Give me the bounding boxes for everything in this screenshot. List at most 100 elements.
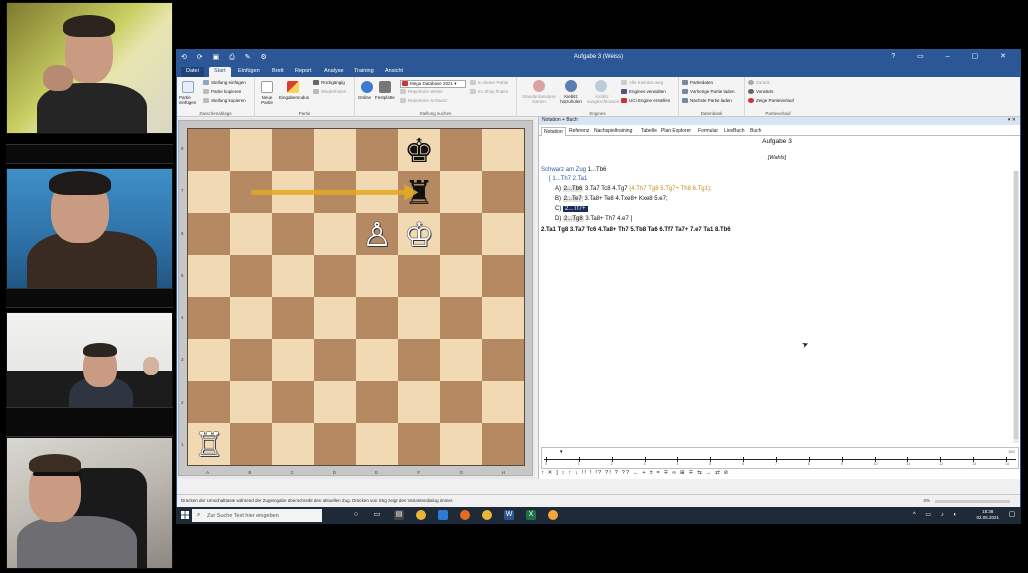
zurueck-button[interactable]: Zurück <box>748 80 770 85</box>
square-a7[interactable] <box>188 171 230 213</box>
stellung-kopieren-button[interactable]: Stellung kopieren <box>203 98 246 103</box>
timeline-cursor[interactable]: ▾ <box>560 449 563 455</box>
square-c3[interactable] <box>272 339 314 381</box>
square-b3[interactable] <box>230 339 272 381</box>
naechste-partie-button[interactable]: Nächste Partie laden <box>682 98 732 103</box>
chessboard[interactable]: ♚ ♜ ♙ ♔ ♖ <box>187 128 525 466</box>
tab-nachspieltraining[interactable]: Nachspieltraining <box>592 127 634 136</box>
app-icon[interactable] <box>416 510 426 520</box>
tab-referenz[interactable]: Referenz <box>567 127 591 136</box>
square-c5[interactable] <box>272 255 314 297</box>
partiedaten-button[interactable]: Partiedaten <box>682 80 713 85</box>
square-d7[interactable] <box>314 171 356 213</box>
vorherige-partie-button[interactable]: Vorherige Partie laden <box>682 89 735 94</box>
pane-close-icon[interactable]: ▾ ✕ <box>1008 117 1016 123</box>
notifications-icon[interactable]: ▢ <box>1007 510 1017 520</box>
kiebitz-ausgeschlossen-button[interactable]: Kiebitz ausgeschlossen <box>587 94 619 104</box>
window-controls[interactable]: ? ▭ – ▢ ✕ <box>891 52 1016 60</box>
square-e3[interactable] <box>356 339 398 381</box>
square-b5[interactable] <box>230 255 272 297</box>
square-g2[interactable] <box>440 381 482 423</box>
square-d8[interactable] <box>314 129 356 171</box>
square-e8[interactable] <box>356 129 398 171</box>
kiebitz-hinzuholen-button[interactable]: Kiebitz hinzuholen <box>557 94 585 104</box>
tab-report[interactable]: Report <box>290 67 317 77</box>
black-rook[interactable]: ♜ <box>398 171 440 213</box>
square-h2[interactable] <box>482 381 524 423</box>
square-c8[interactable] <box>272 129 314 171</box>
app-icon[interactable]: ▭ <box>372 510 382 520</box>
taskbar-search[interactable]: ⌕ Zur Suche Text hier eingeben <box>192 509 322 522</box>
move-1[interactable]: 1...Tb6 <box>588 167 607 173</box>
variation-move[interactable]: 2...Tg8 <box>563 216 584 222</box>
main-line[interactable]: 2.Ta1 Tg8 3.Ta7 Tc6 4.Ta8+ Th7 5.Tb8 Ta6… <box>541 227 731 233</box>
square-d6[interactable] <box>314 213 356 255</box>
square-c4[interactable] <box>272 297 314 339</box>
square-g1[interactable] <box>440 423 482 465</box>
uci-engine-button[interactable]: UCI Engine erstellen <box>621 98 670 103</box>
partie-kopieren-button[interactable]: Partie kopieren <box>203 89 241 94</box>
square-g6[interactable] <box>440 213 482 255</box>
tab-training[interactable]: Training <box>349 67 379 77</box>
square-e4[interactable] <box>356 297 398 339</box>
square-c1[interactable] <box>272 423 314 465</box>
black-king[interactable]: ♚ <box>398 129 440 171</box>
white-rook[interactable]: ♖ <box>188 423 230 465</box>
square-g4[interactable] <box>440 297 482 339</box>
variation-move[interactable]: 2...Te7 <box>562 196 583 202</box>
clock[interactable]: 18:38 02.05.2021 <box>976 509 999 521</box>
app-icon[interactable] <box>548 510 558 520</box>
tab-einfuegen[interactable]: Einfügen <box>233 67 265 77</box>
square-e5[interactable] <box>356 255 398 297</box>
square-a2[interactable] <box>188 381 230 423</box>
engines-verwalten-button[interactable]: Engines verwalten <box>621 89 666 94</box>
square-d1[interactable] <box>314 423 356 465</box>
tab-livebuch[interactable]: LiveBuch <box>722 127 747 136</box>
square-f6[interactable]: ♔ <box>398 213 440 255</box>
database-select[interactable]: Mega Database 2021 ▾ <box>400 80 466 88</box>
square-h1[interactable] <box>482 423 524 465</box>
im-shop-finden-button[interactable]: Im Shop finden <box>470 89 508 94</box>
tab-ansicht[interactable]: Ansicht <box>380 67 408 77</box>
tab-start[interactable]: Start <box>209 67 231 77</box>
redo-button[interactable]: Wiederholen <box>313 89 346 94</box>
tab-brett[interactable]: Brett <box>267 67 289 77</box>
system-tray[interactable]: ^ ▭ ♪ ◐ <box>913 511 961 518</box>
tab-datei[interactable]: Datei <box>181 67 204 77</box>
word-icon[interactable]: W <box>504 510 514 520</box>
windows-start-icon[interactable] <box>181 511 189 519</box>
eingabemodus-button[interactable]: Eingabemodus <box>279 95 309 100</box>
square-h7[interactable] <box>482 171 524 213</box>
repertoire-schwarz-button[interactable]: Repertoire Schwarz <box>400 98 448 103</box>
tab-formular[interactable]: Formular <box>696 127 720 136</box>
white-pawn[interactable]: ♙ <box>356 213 398 255</box>
notation-scrollbar[interactable] <box>1013 171 1019 443</box>
tab-notation[interactable]: Notation <box>541 127 566 136</box>
square-c7[interactable] <box>272 171 314 213</box>
square-b6[interactable] <box>230 213 272 255</box>
standardanalyse-button[interactable]: Standardanalyse starten <box>521 94 557 104</box>
current-move[interactable]: 2...Tf7+ <box>563 206 588 212</box>
square-f8[interactable]: ♚ <box>398 129 440 171</box>
white-king[interactable]: ♔ <box>398 213 440 255</box>
excel-icon[interactable]: X <box>526 510 536 520</box>
mail-icon[interactable] <box>438 510 448 520</box>
app-icon[interactable] <box>482 510 492 520</box>
notation-text[interactable]: Aufgabe 3 [Wahls] Schwarz am Zug 1...Tb6… <box>541 137 1013 437</box>
square-g7[interactable] <box>440 171 482 213</box>
square-b4[interactable] <box>230 297 272 339</box>
square-f7[interactable]: ♜ <box>398 171 440 213</box>
square-a4[interactable] <box>188 297 230 339</box>
square-b7[interactable] <box>230 171 272 213</box>
store-icon[interactable]: ▤ <box>394 510 404 520</box>
square-a6[interactable] <box>188 213 230 255</box>
square-d3[interactable] <box>314 339 356 381</box>
tab-tabelle[interactable]: Tabelle <box>639 127 659 136</box>
square-b2[interactable] <box>230 381 272 423</box>
square-d5[interactable] <box>314 255 356 297</box>
square-f1[interactable] <box>398 423 440 465</box>
square-c2[interactable] <box>272 381 314 423</box>
square-f5[interactable] <box>398 255 440 297</box>
undo-button[interactable]: Rückgängig <box>313 80 345 85</box>
neue-partie-button[interactable]: Neue Partie <box>258 95 276 105</box>
